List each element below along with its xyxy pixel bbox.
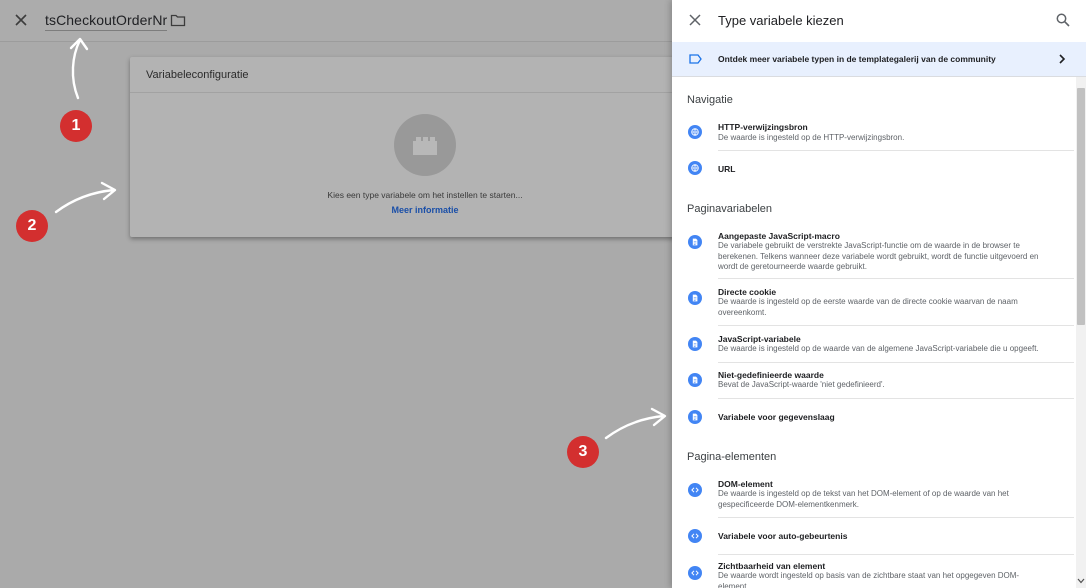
banner-text: Ontdek meer variabele typen in de templa… <box>718 54 996 64</box>
list-item-dom-element[interactable]: DOM-element De waarde is ingesteld op de… <box>672 475 1076 515</box>
variable-config-card[interactable]: Variabeleconfiguratie Kies een type vari… <box>130 57 672 237</box>
annotation-arrow-3 <box>604 407 667 440</box>
folder-icon[interactable] <box>170 13 186 27</box>
item-description: Bevat de JavaScript-waarde 'niet gedefin… <box>718 380 885 389</box>
section-header-navigatie: Navigatie <box>687 94 733 106</box>
annotation-badge-3: 3 <box>567 436 599 468</box>
variable-type-list: Navigatie HTTP-verwijzingsbron De waarde… <box>672 77 1076 588</box>
code-icon <box>688 483 702 497</box>
code-icon <box>688 566 702 580</box>
card-hint-text: Kies een type variabele om het instellen… <box>327 190 523 200</box>
item-description: De waarde is ingesteld op de HTTP-verwij… <box>718 133 905 142</box>
item-title: DOM-element <box>718 479 773 489</box>
card-title: Variabeleconfiguratie <box>146 69 249 81</box>
annotation-badge-1: 1 <box>60 110 92 142</box>
card-divider <box>130 92 672 93</box>
annotation-badge-2: 2 <box>16 210 48 242</box>
editor-topbar: tsCheckoutOrderNr <box>0 0 672 42</box>
close-panel-icon[interactable] <box>689 14 701 26</box>
list-item-http-referrer[interactable]: HTTP-verwijzingsbron De waarde is ingest… <box>672 117 1076 151</box>
code-icon <box>688 529 702 543</box>
document-icon <box>688 410 702 424</box>
list-item-data-layer-variable[interactable]: Variabele voor gegevenslaag <box>672 399 1076 435</box>
item-title: URL <box>718 164 736 174</box>
list-item-element-visibility[interactable]: Zichtbaarheid van element De waarde word… <box>672 557 1076 588</box>
document-icon <box>688 337 702 351</box>
item-title: HTTP-verwijzingsbron <box>718 122 808 132</box>
variable-type-panel: Type variabele kiezen Ontdek meer variab… <box>672 0 1086 588</box>
annotation-arrow-2 <box>54 181 117 214</box>
document-icon <box>688 235 702 249</box>
item-title: Niet-gedefinieerde waarde <box>718 370 824 380</box>
annotation-arrow-1 <box>69 37 89 100</box>
list-item-custom-js-macro[interactable]: Aangepaste JavaScript-macro De variabele… <box>672 227 1076 277</box>
globe-icon <box>688 161 702 175</box>
community-gallery-banner[interactable]: Ontdek meer variabele typen in de templa… <box>672 42 1086 77</box>
item-description: De waarde is ingesteld op de tekst van h… <box>718 489 1009 509</box>
learn-more-link[interactable]: Meer informatie <box>130 205 672 215</box>
scrollbar-thumb[interactable] <box>1077 88 1085 325</box>
item-description: De waarde is ingesteld op de eerste waar… <box>718 297 1018 317</box>
item-title: Aangepaste JavaScript-macro <box>718 231 840 241</box>
item-title: Variabele voor gegevenslaag <box>718 412 835 422</box>
divider <box>718 325 1074 326</box>
list-item-auto-event-variable[interactable]: Variabele voor auto-gebeurtenis <box>672 518 1076 554</box>
panel-header: Type variabele kiezen <box>672 0 1086 42</box>
item-description: De variabele gebruikt de verstrekte Java… <box>718 241 1039 271</box>
globe-icon <box>688 125 702 139</box>
section-header-pagina-elementen: Pagina-elementen <box>687 451 777 463</box>
divider <box>718 554 1074 555</box>
list-item-javascript-variable[interactable]: JavaScript-variabele De waarde is ingest… <box>672 331 1076 361</box>
list-item-first-party-cookie[interactable]: Directe cookie De waarde is ingesteld op… <box>672 283 1076 323</box>
item-title: Directe cookie <box>718 287 777 297</box>
chevron-right-icon <box>1059 54 1066 64</box>
tag-icon <box>689 54 702 64</box>
item-description: De waarde is ingesteld op de waarde van … <box>718 344 1039 353</box>
close-icon[interactable] <box>14 13 28 27</box>
divider <box>718 362 1074 363</box>
item-title: Zichtbaarheid van element <box>718 561 826 571</box>
search-icon[interactable] <box>1056 13 1070 27</box>
item-title: Variabele voor auto-gebeurtenis <box>718 531 848 541</box>
scroll-down-icon[interactable] <box>1077 578 1085 584</box>
item-description: De waarde wordt ingesteld op basis van d… <box>718 571 1020 588</box>
list-item-undefined-value[interactable]: Niet-gedefinieerde waarde Bevat de JavaS… <box>672 367 1076 397</box>
section-header-paginavariabelen: Paginavariabelen <box>687 203 773 215</box>
list-item-url[interactable]: URL <box>672 151 1076 185</box>
variable-placeholder-icon[interactable] <box>394 114 456 176</box>
document-icon <box>688 291 702 305</box>
editor-background: tsCheckoutOrderNr Variabeleconfiguratie … <box>0 0 672 588</box>
panel-title: Type variabele kiezen <box>718 13 844 28</box>
divider <box>718 278 1074 279</box>
variable-name-input[interactable]: tsCheckoutOrderNr <box>45 12 168 31</box>
item-title: JavaScript-variabele <box>718 334 801 344</box>
document-icon <box>688 373 702 387</box>
